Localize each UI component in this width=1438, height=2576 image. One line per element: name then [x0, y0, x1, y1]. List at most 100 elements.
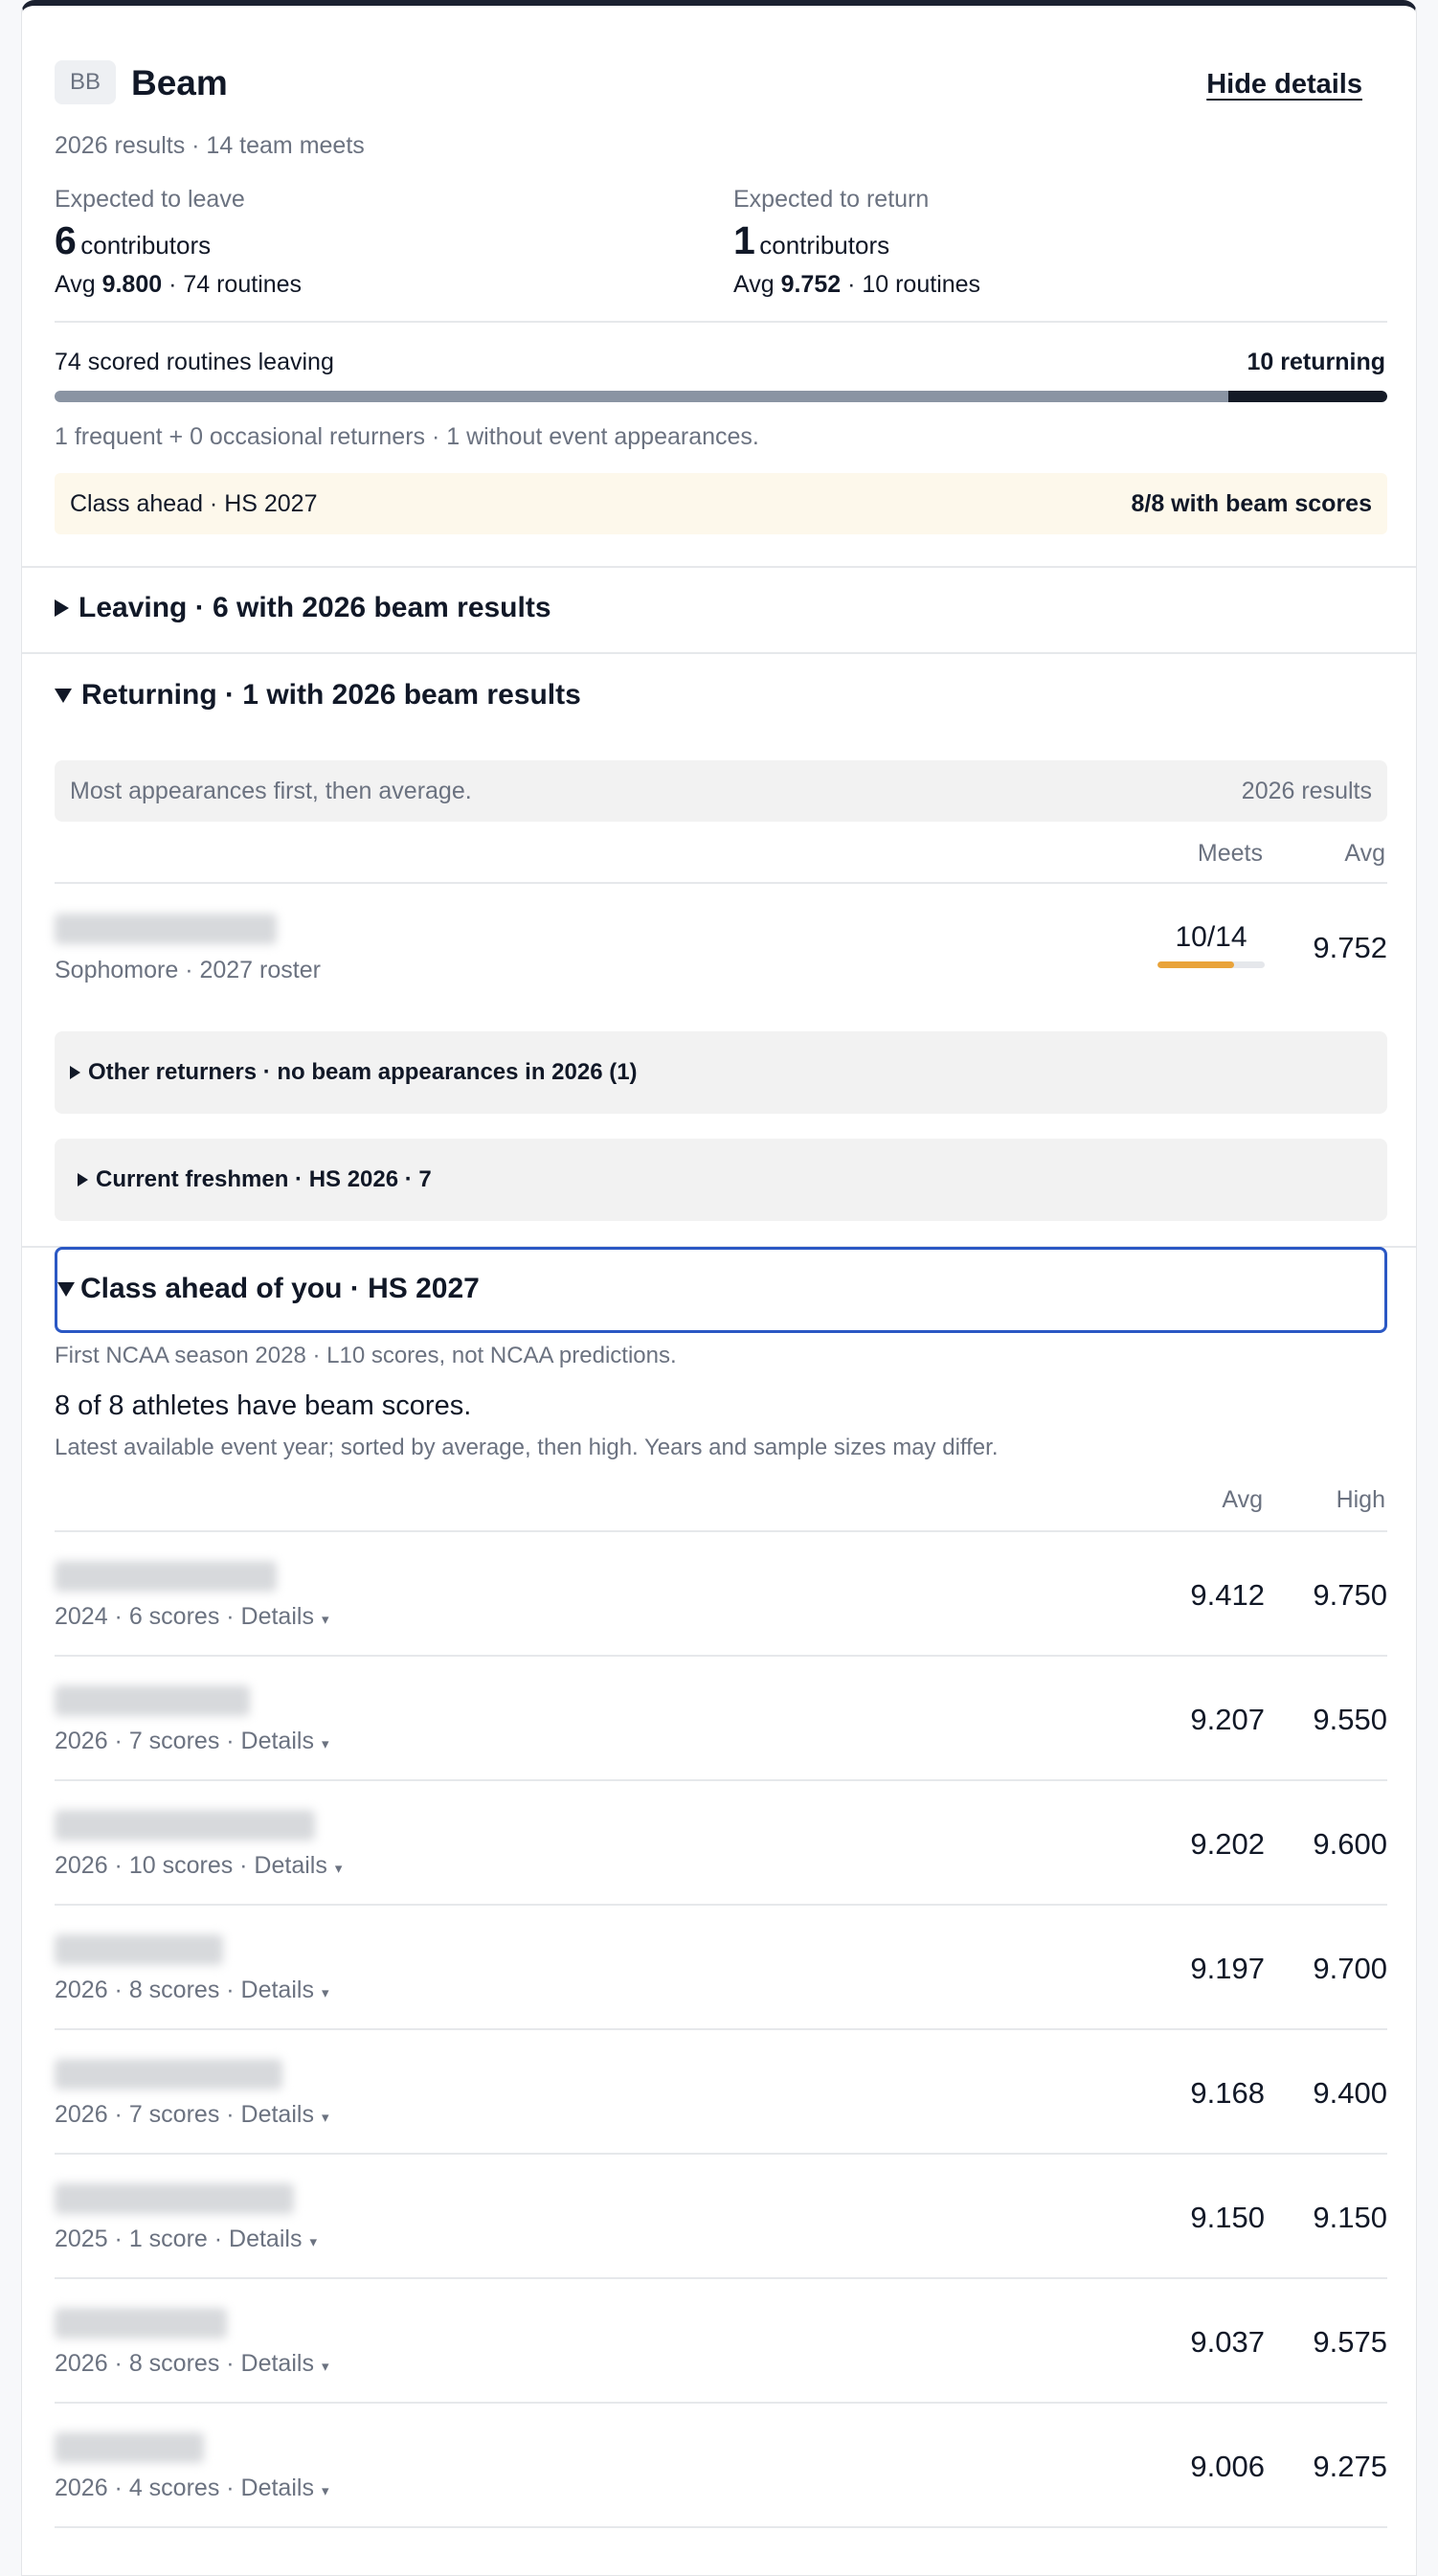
table-row: 2026 · 7 scores · Details ▾ 9.207 9.550: [55, 1657, 1387, 1781]
row-avg: 9.207: [1190, 1703, 1265, 1736]
chevron-down-icon: ▾: [309, 2234, 317, 2250]
table-row: 2026 · 7 scores · Details ▾ 9.168 9.400: [55, 2030, 1387, 2155]
row-meta-details[interactable]: 2025 · 1 score · Details ▾: [55, 2226, 317, 2253]
current-freshmen-label: Current freshmen · HS 2026 · 7: [96, 1166, 432, 1192]
row-meta: 2026 · 8 scores · Details: [55, 1977, 314, 2003]
routines-bar-returning-fill: [1228, 391, 1387, 402]
triangle-right-icon: [55, 599, 69, 617]
section-divider: [22, 652, 1416, 654]
row-high: 9.575: [1313, 2325, 1387, 2359]
returning-note-bar: Most appearances first, then average. 20…: [55, 760, 1387, 822]
chevron-down-icon: ▾: [321, 2359, 329, 2375]
row-avg: 9.412: [1190, 1578, 1265, 1612]
return-count: 1: [733, 218, 755, 262]
other-returners-summary: Other returners · no beam appearances in…: [70, 1059, 638, 1086]
row-high: 9.550: [1313, 1703, 1387, 1736]
athlete-meets-value: 10/14: [1175, 921, 1247, 953]
event-subtitle: 2026 results · 14 team meets: [55, 132, 365, 159]
row-meta-details[interactable]: 2024 · 6 scores · Details ▾: [55, 1603, 328, 1631]
row-high: 9.750: [1313, 1578, 1387, 1612]
triangle-down-icon: [55, 688, 72, 703]
row-divider: [55, 2526, 1387, 2528]
callout-left: Class ahead · HS 2027: [70, 490, 318, 517]
summary-divider: [55, 321, 1387, 323]
row-meta: 2026 · 4 scores · Details: [55, 2474, 314, 2501]
current-freshmen-summary: Current freshmen · HS 2026 · 7: [78, 1166, 432, 1193]
row-meta: 2025 · 1 score · Details: [55, 2226, 303, 2252]
triangle-right-icon: [70, 1066, 80, 1079]
row-meta-details[interactable]: 2026 · 4 scores · Details ▾: [55, 2474, 328, 2502]
class-ahead-toggle[interactable]: Class ahead of you · HS 2027: [55, 1247, 1387, 1333]
return-avg: 9.752: [780, 271, 842, 298]
row-meta: 2026 · 7 scores · Details: [55, 1728, 314, 1754]
athlete-name-redacted: [55, 2432, 204, 2463]
class-ahead-summary: Class ahead of you · HS 2027: [57, 1273, 480, 1305]
chevron-down-icon: ▾: [321, 1985, 329, 2001]
meets-progress-fill: [1157, 961, 1234, 968]
leaving-section-title: Leaving · 6 with 2026 beam results: [79, 592, 551, 623]
callout-right: 8/8 with beam scores: [1131, 490, 1372, 517]
row-high: 9.400: [1313, 2076, 1387, 2110]
beam-card: BB Beam Hide details 2026 results · 14 t…: [21, 0, 1417, 2576]
chevron-down-icon: ▾: [321, 2110, 329, 2126]
leave-count-suffix: contributors: [80, 231, 212, 260]
other-returners-label: Other returners · no beam appearances in…: [88, 1059, 638, 1085]
col-header-high: High: [1336, 1486, 1385, 1513]
row-meta-details[interactable]: 2026 · 8 scores · Details ▾: [55, 2350, 328, 2378]
col-header-avg: Avg: [1344, 840, 1385, 867]
table-row: 2026 · 10 scores · Details ▾ 9.202 9.600: [55, 1781, 1387, 1906]
class-ahead-headline: 8 of 8 athletes have beam scores.: [55, 1390, 472, 1421]
athlete-name-redacted: [55, 1561, 277, 1592]
athlete-name-redacted: [55, 2308, 227, 2339]
athlete-meta: Sophomore · 2027 roster: [55, 957, 321, 983]
routines-bar: [55, 391, 1387, 402]
row-meta-details[interactable]: 2026 · 8 scores · Details ▾: [55, 1977, 328, 2004]
returning-sort-note: Most appearances first, then average.: [70, 778, 472, 804]
other-returners-toggle[interactable]: Other returners · no beam appearances in…: [55, 1031, 1387, 1114]
table-divider: [55, 882, 1387, 884]
current-freshmen-toggle[interactable]: Current freshmen · HS 2026 · 7: [55, 1139, 1387, 1221]
row-meta-details[interactable]: 2026 · 10 scores · Details ▾: [55, 1852, 342, 1880]
leave-count-line: 6 contributors: [55, 218, 211, 263]
table-row: 2026 · 4 scores · Details ▾ 9.006 9.275: [55, 2404, 1387, 2528]
athlete-name-redacted: [55, 2059, 282, 2090]
chevron-down-icon: ▾: [321, 2483, 329, 2499]
routines-leaving-label: 74 scored routines leaving: [55, 349, 334, 375]
row-high: 9.150: [1313, 2201, 1387, 2234]
class-ahead-title: Class ahead of you · HS 2027: [80, 1273, 480, 1304]
row-meta-details[interactable]: 2026 · 7 scores · Details ▾: [55, 2101, 328, 2129]
row-avg: 9.168: [1190, 2076, 1265, 2110]
returning-section-title: Returning · 1 with 2026 beam results: [81, 679, 581, 711]
row-avg: 9.202: [1190, 1827, 1265, 1861]
return-avg-prefix: Avg: [733, 271, 781, 298]
meets-progress-bar: [1157, 961, 1265, 968]
leaving-section-toggle[interactable]: Leaving · 6 with 2026 beam results: [55, 592, 551, 624]
athlete-name-redacted: [55, 914, 277, 944]
returning-section-toggle[interactable]: Returning · 1 with 2026 beam results: [55, 679, 581, 712]
table-row: 2026 · 8 scores · Details ▾ 9.197 9.700: [55, 1906, 1387, 2030]
row-meta: 2026 · 7 scores · Details: [55, 2101, 314, 2128]
row-avg: 9.037: [1190, 2325, 1265, 2359]
event-title: Beam: [131, 63, 228, 102]
row-meta: 2026 · 10 scores · Details: [55, 1852, 327, 1879]
table-row: 2025 · 1 score · Details ▾ 9.150 9.150: [55, 2155, 1387, 2279]
returning-athlete-row: Sophomore · 2027 roster 10/14 9.752: [55, 904, 1387, 990]
row-high: 9.600: [1313, 1827, 1387, 1861]
athlete-name-redacted: [55, 1934, 223, 1965]
leave-routines: · 74 routines: [162, 271, 303, 298]
athlete-name-redacted: [55, 1810, 315, 1841]
athlete-name-redacted: [55, 2183, 294, 2214]
table-row: 2024 · 6 scores · Details ▾ 9.412 9.750: [55, 1532, 1387, 1657]
routines-returning-label: 10 returning: [1247, 349, 1385, 375]
table-row: 2026 · 8 scores · Details ▾ 9.037 9.575: [55, 2279, 1387, 2404]
event-badge: BB: [55, 60, 116, 104]
return-routines: · 10 routines: [841, 271, 981, 298]
row-meta-details[interactable]: 2026 · 7 scores · Details ▾: [55, 1728, 328, 1755]
section-divider: [22, 566, 1416, 568]
row-avg: 9.006: [1190, 2450, 1265, 2483]
hide-details-link[interactable]: Hide details: [1206, 69, 1362, 101]
triangle-right-icon: [78, 1173, 88, 1186]
class-ahead-note: First NCAA season 2028 · L10 scores, not…: [55, 1343, 677, 1368]
returning-results-label: 2026 results: [1241, 778, 1372, 804]
athlete-avg: 9.752: [1313, 931, 1387, 964]
